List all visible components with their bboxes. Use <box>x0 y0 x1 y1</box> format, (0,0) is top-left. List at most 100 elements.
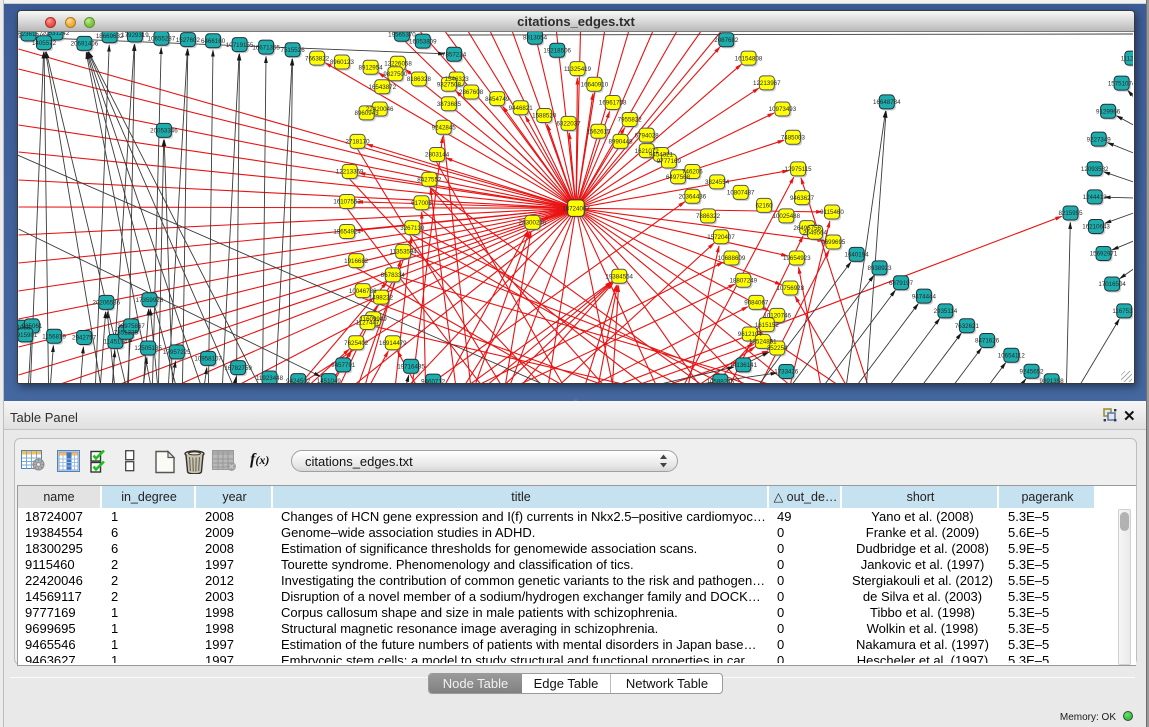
svg-text:2935114: 2935114 <box>934 308 958 315</box>
svg-text:1244413: 1244413 <box>1083 194 1108 201</box>
svg-text:16543872: 16543872 <box>369 84 397 91</box>
svg-text:12226058: 12226058 <box>384 61 412 68</box>
svg-text:8454749: 8454749 <box>485 96 510 103</box>
svg-text:7663822: 7663822 <box>305 55 330 62</box>
svg-text:10688609: 10688609 <box>718 255 746 262</box>
svg-text:12213369: 12213369 <box>336 169 364 176</box>
svg-text:9463627: 9463627 <box>790 195 815 202</box>
svg-text:2803144: 2803144 <box>425 152 450 159</box>
svg-text:20206536: 20206536 <box>93 300 121 307</box>
svg-text:6497568: 6497568 <box>666 174 691 181</box>
svg-text:2718170: 2718170 <box>345 139 370 146</box>
svg-text:9227349: 9227349 <box>1087 136 1112 143</box>
svg-text:17957225: 17957225 <box>163 349 191 356</box>
svg-text:1498222: 1498222 <box>369 294 394 301</box>
svg-text:10120746: 10120746 <box>763 313 791 320</box>
svg-text:8938923: 8938923 <box>867 265 892 272</box>
svg-text:10958107: 10958107 <box>194 356 222 363</box>
svg-text:18807249: 18807249 <box>730 277 758 284</box>
svg-text:16671355: 16671355 <box>252 44 280 51</box>
svg-text:7515526: 7515526 <box>281 47 306 54</box>
svg-text:17929319: 17929319 <box>121 32 149 39</box>
svg-text:18669632: 18669632 <box>96 33 124 40</box>
svg-text:10025488: 10025488 <box>773 213 801 220</box>
svg-text:9115460: 9115460 <box>820 209 844 216</box>
svg-text:1405572: 1405572 <box>32 40 57 47</box>
svg-text:617006: 617006 <box>411 200 432 207</box>
svg-text:17016504: 17016504 <box>1098 281 1126 288</box>
svg-text:8678334: 8678334 <box>381 272 406 279</box>
svg-text:16236157: 16236157 <box>18 32 43 38</box>
svg-text:28300235: 28300235 <box>519 220 547 227</box>
svg-text:12213967: 12213967 <box>753 80 781 87</box>
svg-text:935061: 935061 <box>22 323 43 330</box>
svg-text:9245652: 9245652 <box>1019 369 1044 376</box>
svg-text:9242845: 9242845 <box>432 125 457 132</box>
svg-text:19654923: 19654923 <box>783 255 811 262</box>
svg-text:8427552: 8427552 <box>417 177 442 184</box>
svg-text:16053809: 16053809 <box>409 38 437 45</box>
svg-text:1615152: 1615152 <box>755 322 780 329</box>
svg-text:17359928: 17359928 <box>136 297 164 304</box>
svg-text:9891358: 9891358 <box>1040 378 1065 384</box>
svg-text:1145194: 1145194 <box>104 339 128 346</box>
svg-text:9129966: 9129966 <box>1096 109 1121 116</box>
svg-text:10654112: 10654112 <box>998 352 1026 359</box>
svg-text:2942757: 2942757 <box>72 335 97 342</box>
svg-text:7955822: 7955822 <box>618 117 643 124</box>
svg-text:9460712: 9460712 <box>421 378 446 384</box>
svg-text:1588520: 1588520 <box>532 113 557 120</box>
svg-text:3915901: 3915901 <box>18 332 38 339</box>
svg-text:19654924: 19654924 <box>333 229 361 236</box>
svg-text:7625402: 7625402 <box>344 340 369 347</box>
svg-text:9777169: 9777169 <box>657 158 682 165</box>
svg-text:8912954: 8912954 <box>359 64 384 71</box>
svg-text:1640194: 1640194 <box>845 252 870 259</box>
svg-text:16640910: 16640910 <box>581 81 609 88</box>
svg-text:15692971: 15692971 <box>1090 251 1118 258</box>
svg-text:1562615: 1562615 <box>586 128 611 135</box>
svg-text:9424502: 9424502 <box>286 378 311 384</box>
svg-text:62160: 62160 <box>755 203 773 210</box>
svg-text:1916682: 1916682 <box>344 258 369 265</box>
svg-text:10756928: 10756928 <box>777 285 805 292</box>
svg-text:9612104: 9612104 <box>738 331 763 338</box>
svg-text:16107552: 16107552 <box>333 199 361 206</box>
svg-text:16782759: 16782759 <box>224 365 252 372</box>
svg-text:9699695: 9699695 <box>821 239 846 246</box>
svg-text:9084067: 9084067 <box>744 300 769 307</box>
svg-text:1156819: 1156819 <box>42 333 66 340</box>
svg-text:9457791: 9457791 <box>331 362 356 369</box>
svg-text:11325419: 11325419 <box>564 66 592 73</box>
svg-text:19384554: 19384554 <box>605 273 633 280</box>
svg-text:6466160: 6466160 <box>201 38 226 45</box>
svg-text:16648784: 16648784 <box>873 99 901 106</box>
svg-text:7851325: 7851325 <box>114 330 139 337</box>
svg-text:2649564: 2649564 <box>803 229 828 236</box>
svg-text:20364436: 20364436 <box>679 194 707 201</box>
svg-text:10973493: 10973493 <box>769 106 797 113</box>
svg-text:19218506: 19218506 <box>543 48 571 55</box>
svg-text:12093582: 12093582 <box>1081 166 1109 173</box>
svg-text:2867608: 2867608 <box>459 89 484 96</box>
svg-text:10719155: 10719155 <box>226 42 254 49</box>
svg-text:1167533: 1167533 <box>1112 308 1133 315</box>
svg-text:20691406: 20691406 <box>71 41 99 48</box>
svg-text:11923448: 11923448 <box>256 375 284 382</box>
svg-text:7632621: 7632621 <box>955 323 980 330</box>
svg-text:6794028: 6794028 <box>635 132 660 139</box>
svg-text:7485003: 7485003 <box>781 134 806 141</box>
svg-text:1733426: 1733426 <box>774 369 799 376</box>
svg-text:6322037: 6322037 <box>556 121 581 128</box>
svg-text:9827500: 9827500 <box>383 71 408 78</box>
svg-text:1527602: 1527602 <box>176 37 201 44</box>
svg-text:10655287: 10655287 <box>148 36 176 43</box>
svg-text:20531242: 20531242 <box>42 32 70 37</box>
svg-text:1112453: 1112453 <box>1121 55 1133 62</box>
svg-text:3824554: 3824554 <box>705 179 730 186</box>
svg-text:3873685: 3873685 <box>437 101 462 108</box>
svg-text:7886322: 7886322 <box>696 213 721 220</box>
svg-text:15751074: 15751074 <box>1108 80 1133 87</box>
svg-text:8990448: 8990448 <box>608 139 633 146</box>
svg-text:8813054: 8813054 <box>523 34 548 41</box>
